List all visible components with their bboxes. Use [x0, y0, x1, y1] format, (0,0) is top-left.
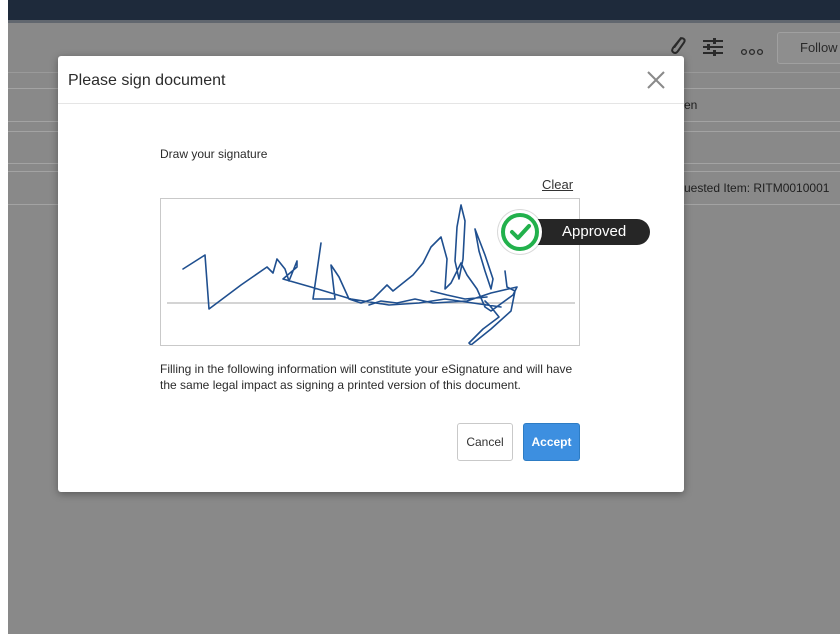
- form-field-text: en: [684, 98, 698, 112]
- follow-button[interactable]: Follow: [777, 32, 840, 64]
- cancel-button[interactable]: Cancel: [457, 423, 513, 461]
- check-icon: [501, 213, 539, 251]
- modal-header: Please sign document: [58, 56, 684, 104]
- clear-signature-link[interactable]: Clear: [542, 177, 573, 192]
- sliders-icon[interactable]: [702, 37, 724, 62]
- draw-signature-label: Draw your signature: [160, 147, 268, 161]
- esignature-disclaimer: Filling in the following information wil…: [160, 362, 573, 392]
- approved-badge: Approved: [498, 210, 654, 254]
- more-icon[interactable]: [740, 43, 764, 61]
- close-button[interactable]: [642, 66, 670, 94]
- signature-stroke: [182, 204, 518, 345]
- approved-check: [498, 210, 542, 254]
- accept-button[interactable]: Accept: [523, 423, 580, 461]
- left-edge: [0, 0, 8, 634]
- close-icon: [647, 71, 665, 89]
- sign-document-modal: Please sign document Draw your signature…: [58, 56, 684, 492]
- requested-item-label: uested Item: RITM0010001: [684, 181, 830, 195]
- top-nav-bar: [8, 0, 840, 20]
- modal-title: Please sign document: [68, 72, 226, 89]
